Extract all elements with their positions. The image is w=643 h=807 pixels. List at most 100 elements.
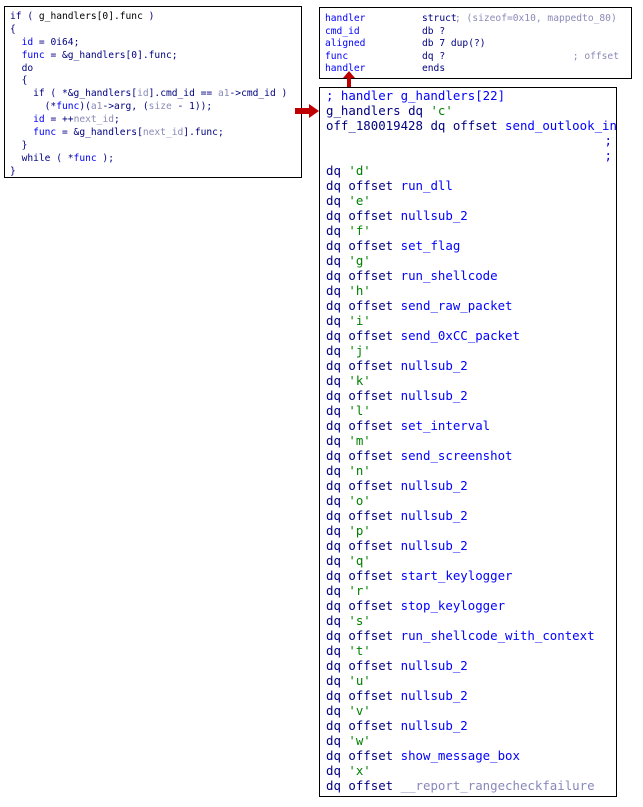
handler-function-ref[interactable]: nullsub_2 [401,688,468,703]
code-line: while ( *func ); [10,153,301,166]
next-id-var[interactable]: next_id [74,114,114,125]
handler-function-ref[interactable]: send_raw_packet [401,298,513,313]
char-entry-line: dq 'g' [326,253,616,268]
handler-function-ref[interactable]: show_message_box [401,748,520,763]
func-entry-line: dq offset nullsub_2 [326,478,616,493]
command-char: 'k' [348,373,371,388]
struct-member-name[interactable]: func [325,51,348,64]
dq-offset-directive: dq offset [326,178,394,193]
handler-function-ref[interactable]: nullsub_2 [401,658,468,673]
func-entry-line: dq offset start_keylogger [326,568,616,583]
dq-directive: dq [326,733,341,748]
code-token: ; [73,36,80,48]
dq-offset-directive: dq offset [422,118,506,133]
dq-offset-directive: dq offset [326,718,394,733]
a1-var[interactable]: a1 [91,101,103,112]
g-handlers-ref[interactable]: g_handlers[0].func [39,11,143,22]
id-var[interactable]: id [22,37,34,48]
handler-function-ref[interactable]: stop_keylogger [401,598,505,613]
command-char: 'm' [348,433,371,448]
func-entry-line: dq offset run_shellcode_with_context [326,628,616,643]
code-token: if ( *&g_handlers[ [33,88,138,100]
command-char: 'i' [348,313,371,328]
func-entry-line: dq offset nullsub_2 [326,538,616,553]
a1-var[interactable]: a1 [218,88,230,99]
func-var[interactable]: func [33,127,56,138]
char-entry-line: dq 'q' [326,553,616,568]
if-keyword: if ( [10,11,39,22]
dq-directive: dq [326,703,341,718]
struct-member-name[interactable]: aligned [325,38,365,51]
handler-function-ref[interactable]: nullsub_2 [401,358,468,373]
g-handlers-label[interactable]: g_handlers [326,103,401,118]
dq-offset-directive: dq offset [326,568,394,583]
char-entry-line: dq 'n' [326,463,616,478]
handler-function-ref[interactable]: __report_rangecheckfailure [401,778,595,793]
handler-function-ref[interactable]: set_flag [401,238,461,253]
size-var[interactable]: size [149,101,172,112]
func-entry-line: dq offset send_raw_packet [326,298,616,313]
func-var[interactable]: func [56,101,79,112]
struct-member-name[interactable]: handler [325,13,365,26]
struct-comment: ; (sizeof=0x10, mappedto_80) [455,13,617,24]
dq-directive: dq [326,553,341,568]
func-entry-line: dq offset send_screenshot [326,448,616,463]
code-line: { [10,75,301,88]
func-var[interactable]: func [22,50,45,61]
code-token: ) [142,11,155,22]
code-line: do [10,63,301,76]
handler-function-ref[interactable]: send_0xCC_packet [401,328,520,343]
struct-member-name[interactable]: cmd_id [325,26,360,39]
code-token: ].func; [183,127,224,139]
command-char: 'f' [348,223,371,238]
handler-function-ref[interactable]: nullsub_2 [401,538,468,553]
handler-function-ref[interactable]: run_dll [401,178,453,193]
command-char: 'p' [348,523,371,538]
id-var[interactable]: id [33,114,45,125]
array-label-line: g_handlers dq 'c' [326,103,616,118]
dq-offset-directive: dq offset [326,328,394,343]
offset-label[interactable]: off_180019428 [326,118,423,133]
dq-directive: dq [326,433,341,448]
handler-function-ref[interactable]: nullsub_2 [401,718,468,733]
handler-function-ref[interactable]: run_shellcode_with_context [401,628,595,643]
handler-function-ref[interactable]: nullsub_2 [401,478,468,493]
handler-function-ref[interactable]: start_keylogger [401,568,513,583]
char-entry-line: dq 'i' [326,313,616,328]
char-entry-line: dq 'l' [326,403,616,418]
handler-function-ref[interactable]: send_screenshot [401,448,513,463]
handler-function-ref[interactable]: nullsub_2 [401,508,468,523]
char-entry-line: dq 'r' [326,583,616,598]
code-token: = &g_handlers[ [56,127,143,139]
dq-directive: dq [326,673,341,688]
command-char: 'd' [348,163,371,178]
handler-function-ref[interactable]: nullsub_2 [401,388,468,403]
function-ref[interactable]: send_outlook_info [505,118,616,133]
handler-function-ref[interactable]: set_interval [401,418,491,433]
code-line: if ( *&g_handlers[id].cmd_id == a1->cmd_… [10,88,301,101]
func-var[interactable]: func [74,153,97,164]
code-token: ; [114,114,120,126]
struct-definition-panel: handler struct; (sizeof=0x10, mappedto_80… [319,7,632,79]
number-literal: 0i64 [50,36,74,48]
code-line: (*func)(a1->arg, (size - 1)); [10,101,301,114]
func-entry-line: dq offset show_message_box [326,748,616,763]
next-id-var[interactable]: next_id [143,127,183,138]
handler-function-ref[interactable]: run_shellcode [401,268,498,283]
handler-function-ref[interactable]: nullsub_2 [401,208,468,223]
dq-offset-directive: dq offset [326,418,394,433]
dq-directive: dq [326,463,341,478]
struct-member-row: handler ends [325,63,631,76]
char-literal: 'c' [430,103,453,118]
dq-offset-directive: dq offset [326,208,394,223]
id-var[interactable]: id [137,88,149,99]
code-line: id = 0i64; [10,37,301,50]
code-token: = &g_handlers[0].func; [44,49,178,61]
dq-offset-directive: dq offset [326,388,394,403]
dq-directive: dq [326,163,341,178]
code-line: id = ++next_id; [10,114,301,127]
code-token: { [21,75,28,87]
code-token: - 1)); [171,101,213,113]
dq-offset-directive: dq offset [326,748,394,763]
code-token: ].cmd_id == [148,88,218,100]
